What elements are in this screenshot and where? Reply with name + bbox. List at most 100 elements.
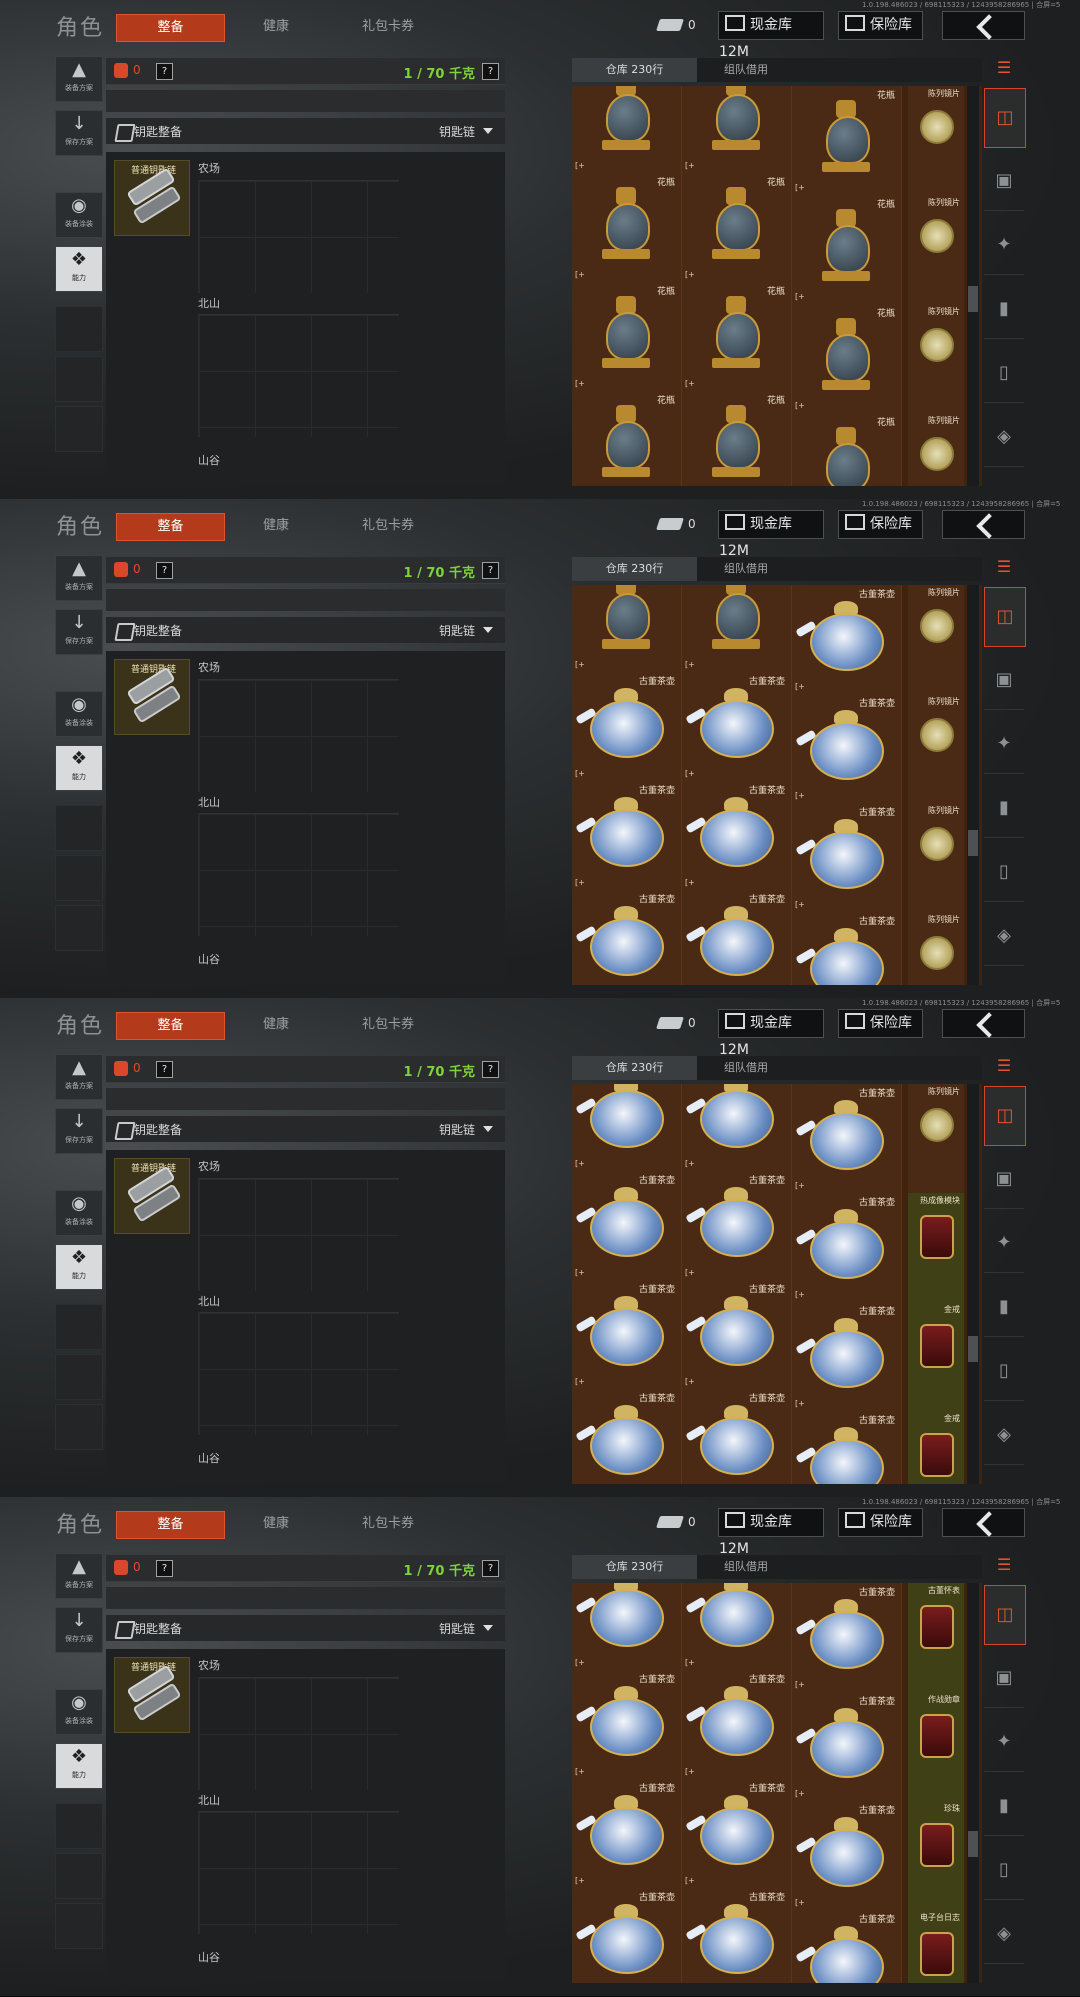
inventory-scrollbar[interactable] — [967, 585, 979, 985]
category-magazine-icon[interactable]: ▮ — [984, 1777, 1024, 1836]
outfit-skin-button[interactable]: ◉ 装备涂装 — [55, 1190, 103, 1236]
inventory-stack-icon[interactable]: ☰ — [984, 1555, 1024, 1581]
inventory-item[interactable]: 古董茶壶[+ — [792, 1084, 902, 1194]
inventory-item[interactable]: 古董怀表 — [908, 1583, 964, 1693]
inventory-scrollbar[interactable] — [967, 1583, 979, 1983]
inventory-item[interactable]: 古董茶壶[+ — [792, 1910, 902, 1983]
cash-vault-button[interactable]: 现金库 12M — [718, 510, 824, 559]
inventory-item[interactable]: 古董茶壶[+ — [572, 1171, 682, 1281]
tab-equip[interactable]: 整备 — [116, 1012, 225, 1040]
inventory-item[interactable]: 花瓶[+ — [792, 413, 902, 486]
inventory-item[interactable]: 古董茶壶[+ — [682, 1171, 792, 1281]
tab-storage[interactable]: 仓库 230行 — [572, 557, 697, 581]
inventory-item[interactable]: 花瓶[+ — [572, 282, 682, 392]
tab-health[interactable]: 健康 — [246, 14, 306, 40]
tab-equip[interactable]: 整备 — [116, 513, 225, 541]
tab-health[interactable]: 健康 — [246, 1012, 306, 1038]
inventory-item[interactable]: 热成像模块 — [908, 1193, 964, 1303]
category-stack-icon[interactable]: ◫ — [984, 88, 1026, 148]
scroll-thumb[interactable] — [968, 286, 978, 312]
category-ammo-icon[interactable]: ▯ — [984, 843, 1024, 902]
outfit-skin-button[interactable]: ◉ 装备涂装 — [55, 1689, 103, 1735]
tab-storage[interactable]: 仓库 230行 — [572, 1555, 697, 1579]
safe-vault-button[interactable]: 保险库 — [838, 1009, 923, 1038]
back-button[interactable] — [942, 510, 1025, 539]
safe-vault-button[interactable]: 保险库 — [838, 510, 923, 539]
ability-button[interactable]: ❖ 能力 — [55, 1244, 103, 1290]
inventory-item[interactable]: 古董茶壶[+ — [682, 890, 792, 985]
help-icon[interactable]: ? — [156, 562, 173, 579]
inventory-item[interactable]: 花瓶[+ — [682, 585, 792, 673]
category-ammo-icon[interactable]: ▯ — [984, 1841, 1024, 1900]
loadout-plan-button[interactable]: ▲ 装备方案 — [55, 555, 103, 601]
save-plan-button[interactable]: ↓ 保存方案 — [55, 1108, 103, 1154]
tab-gift-cards[interactable]: 礼包卡券 — [348, 1012, 428, 1038]
inventory-scrollbar[interactable] — [967, 86, 979, 486]
inventory-item[interactable]: 花瓶[+ — [682, 86, 792, 174]
outfit-skin-button[interactable]: ◉ 装备涂装 — [55, 691, 103, 737]
inventory-stack-icon[interactable]: ☰ — [984, 557, 1024, 583]
inventory-item[interactable]: 古董茶壶[+ — [792, 694, 902, 804]
weight-help-icon[interactable]: ? — [482, 63, 499, 80]
tab-team-borrow[interactable]: 组队借用 — [724, 58, 768, 82]
inventory-item[interactable]: 古董茶壶[+ — [792, 1692, 902, 1802]
inventory-item[interactable]: 古董茶壶[+ — [572, 1280, 682, 1390]
category-stack-icon[interactable]: ◫ — [984, 587, 1026, 647]
cash-vault-button[interactable]: 现金库 12M — [718, 11, 824, 60]
key-section-header[interactable]: 钥匙整备 钥匙链 — [106, 617, 505, 643]
category-helmet-icon[interactable]: ◈ — [984, 907, 1024, 966]
inventory-item[interactable]: 古董茶壶[+ — [572, 672, 682, 782]
inventory-item[interactable]: 陈列镜片 — [908, 1084, 964, 1194]
keychain-item[interactable]: 普通钥匙链 — [114, 160, 190, 236]
inventory-item[interactable]: 古董茶壶[+ — [682, 1280, 792, 1390]
inventory-stack-icon[interactable]: ☰ — [984, 1056, 1024, 1082]
inventory-item[interactable]: 花瓶[+ — [682, 391, 792, 486]
ability-button[interactable]: ❖ 能力 — [55, 745, 103, 791]
key-chain-dropdown[interactable]: 钥匙链 — [439, 123, 475, 140]
inventory-item[interactable]: 花瓶[+ — [572, 585, 682, 673]
category-stack-icon[interactable]: ◫ — [984, 1086, 1026, 1146]
tab-storage[interactable]: 仓库 230行 — [572, 1056, 697, 1080]
outfit-skin-button[interactable]: ◉ 装备涂装 — [55, 192, 103, 238]
inventory-item[interactable]: 古董茶壶[+ — [572, 1779, 682, 1889]
inventory-item[interactable]: 古董茶壶[+ — [792, 1302, 902, 1412]
scroll-thumb[interactable] — [968, 1336, 978, 1362]
inventory-item[interactable]: 花瓶[+ — [792, 304, 902, 414]
back-button[interactable] — [942, 11, 1025, 40]
inventory-item[interactable]: 古董茶壶[+ — [792, 1193, 902, 1303]
inventory-scrollbar[interactable] — [967, 1084, 979, 1484]
save-plan-button[interactable]: ↓ 保存方案 — [55, 609, 103, 655]
cash-vault-button[interactable]: 现金库 12M — [718, 1508, 824, 1557]
inventory-item[interactable]: 古董茶壶[+ — [682, 1084, 792, 1172]
ability-button[interactable]: ❖ 能力 — [55, 246, 103, 292]
category-magazine-icon[interactable]: ▮ — [984, 1278, 1024, 1337]
inventory-item[interactable]: 古董茶壶[+ — [572, 1888, 682, 1983]
loadout-plan-button[interactable]: ▲ 装备方案 — [55, 1553, 103, 1599]
inventory-item[interactable]: 古董茶壶[+ — [682, 1389, 792, 1484]
inventory-item[interactable]: 古董茶壶[+ — [682, 1583, 792, 1671]
tab-team-borrow[interactable]: 组队借用 — [724, 1056, 768, 1080]
category-armor-icon[interactable]: ▣ — [984, 1649, 1024, 1708]
inventory-item[interactable]: 花瓶[+ — [792, 195, 902, 305]
inventory-item[interactable]: 花瓶[+ — [572, 391, 682, 486]
category-rifle-icon[interactable]: ✦ — [984, 1214, 1024, 1273]
inventory-item[interactable]: 珍珠 — [908, 1801, 964, 1911]
scroll-thumb[interactable] — [968, 1831, 978, 1857]
key-section-header[interactable]: 钥匙整备 钥匙链 — [106, 1615, 505, 1641]
tab-gift-cards[interactable]: 礼包卡券 — [348, 513, 428, 539]
tab-health[interactable]: 健康 — [246, 513, 306, 539]
category-helmet-icon[interactable]: ◈ — [984, 408, 1024, 467]
help-icon[interactable]: ? — [156, 63, 173, 80]
key-chain-dropdown[interactable]: 钥匙链 — [439, 622, 475, 639]
inventory-item[interactable]: 古董茶壶[+ — [682, 781, 792, 891]
category-rifle-icon[interactable]: ✦ — [984, 216, 1024, 275]
category-helmet-icon[interactable]: ◈ — [984, 1905, 1024, 1964]
cash-vault-button[interactable]: 现金库 12M — [718, 1009, 824, 1058]
inventory-item[interactable]: 古董茶壶[+ — [682, 1779, 792, 1889]
loadout-plan-button[interactable]: ▲ 装备方案 — [55, 56, 103, 102]
category-armor-icon[interactable]: ▣ — [984, 152, 1024, 211]
inventory-item[interactable]: 陈列镜片 — [908, 304, 964, 414]
keychain-item[interactable]: 普通钥匙链 — [114, 1657, 190, 1733]
category-ammo-icon[interactable]: ▯ — [984, 1342, 1024, 1401]
inventory-item[interactable]: 电子台日志 — [908, 1910, 964, 1983]
